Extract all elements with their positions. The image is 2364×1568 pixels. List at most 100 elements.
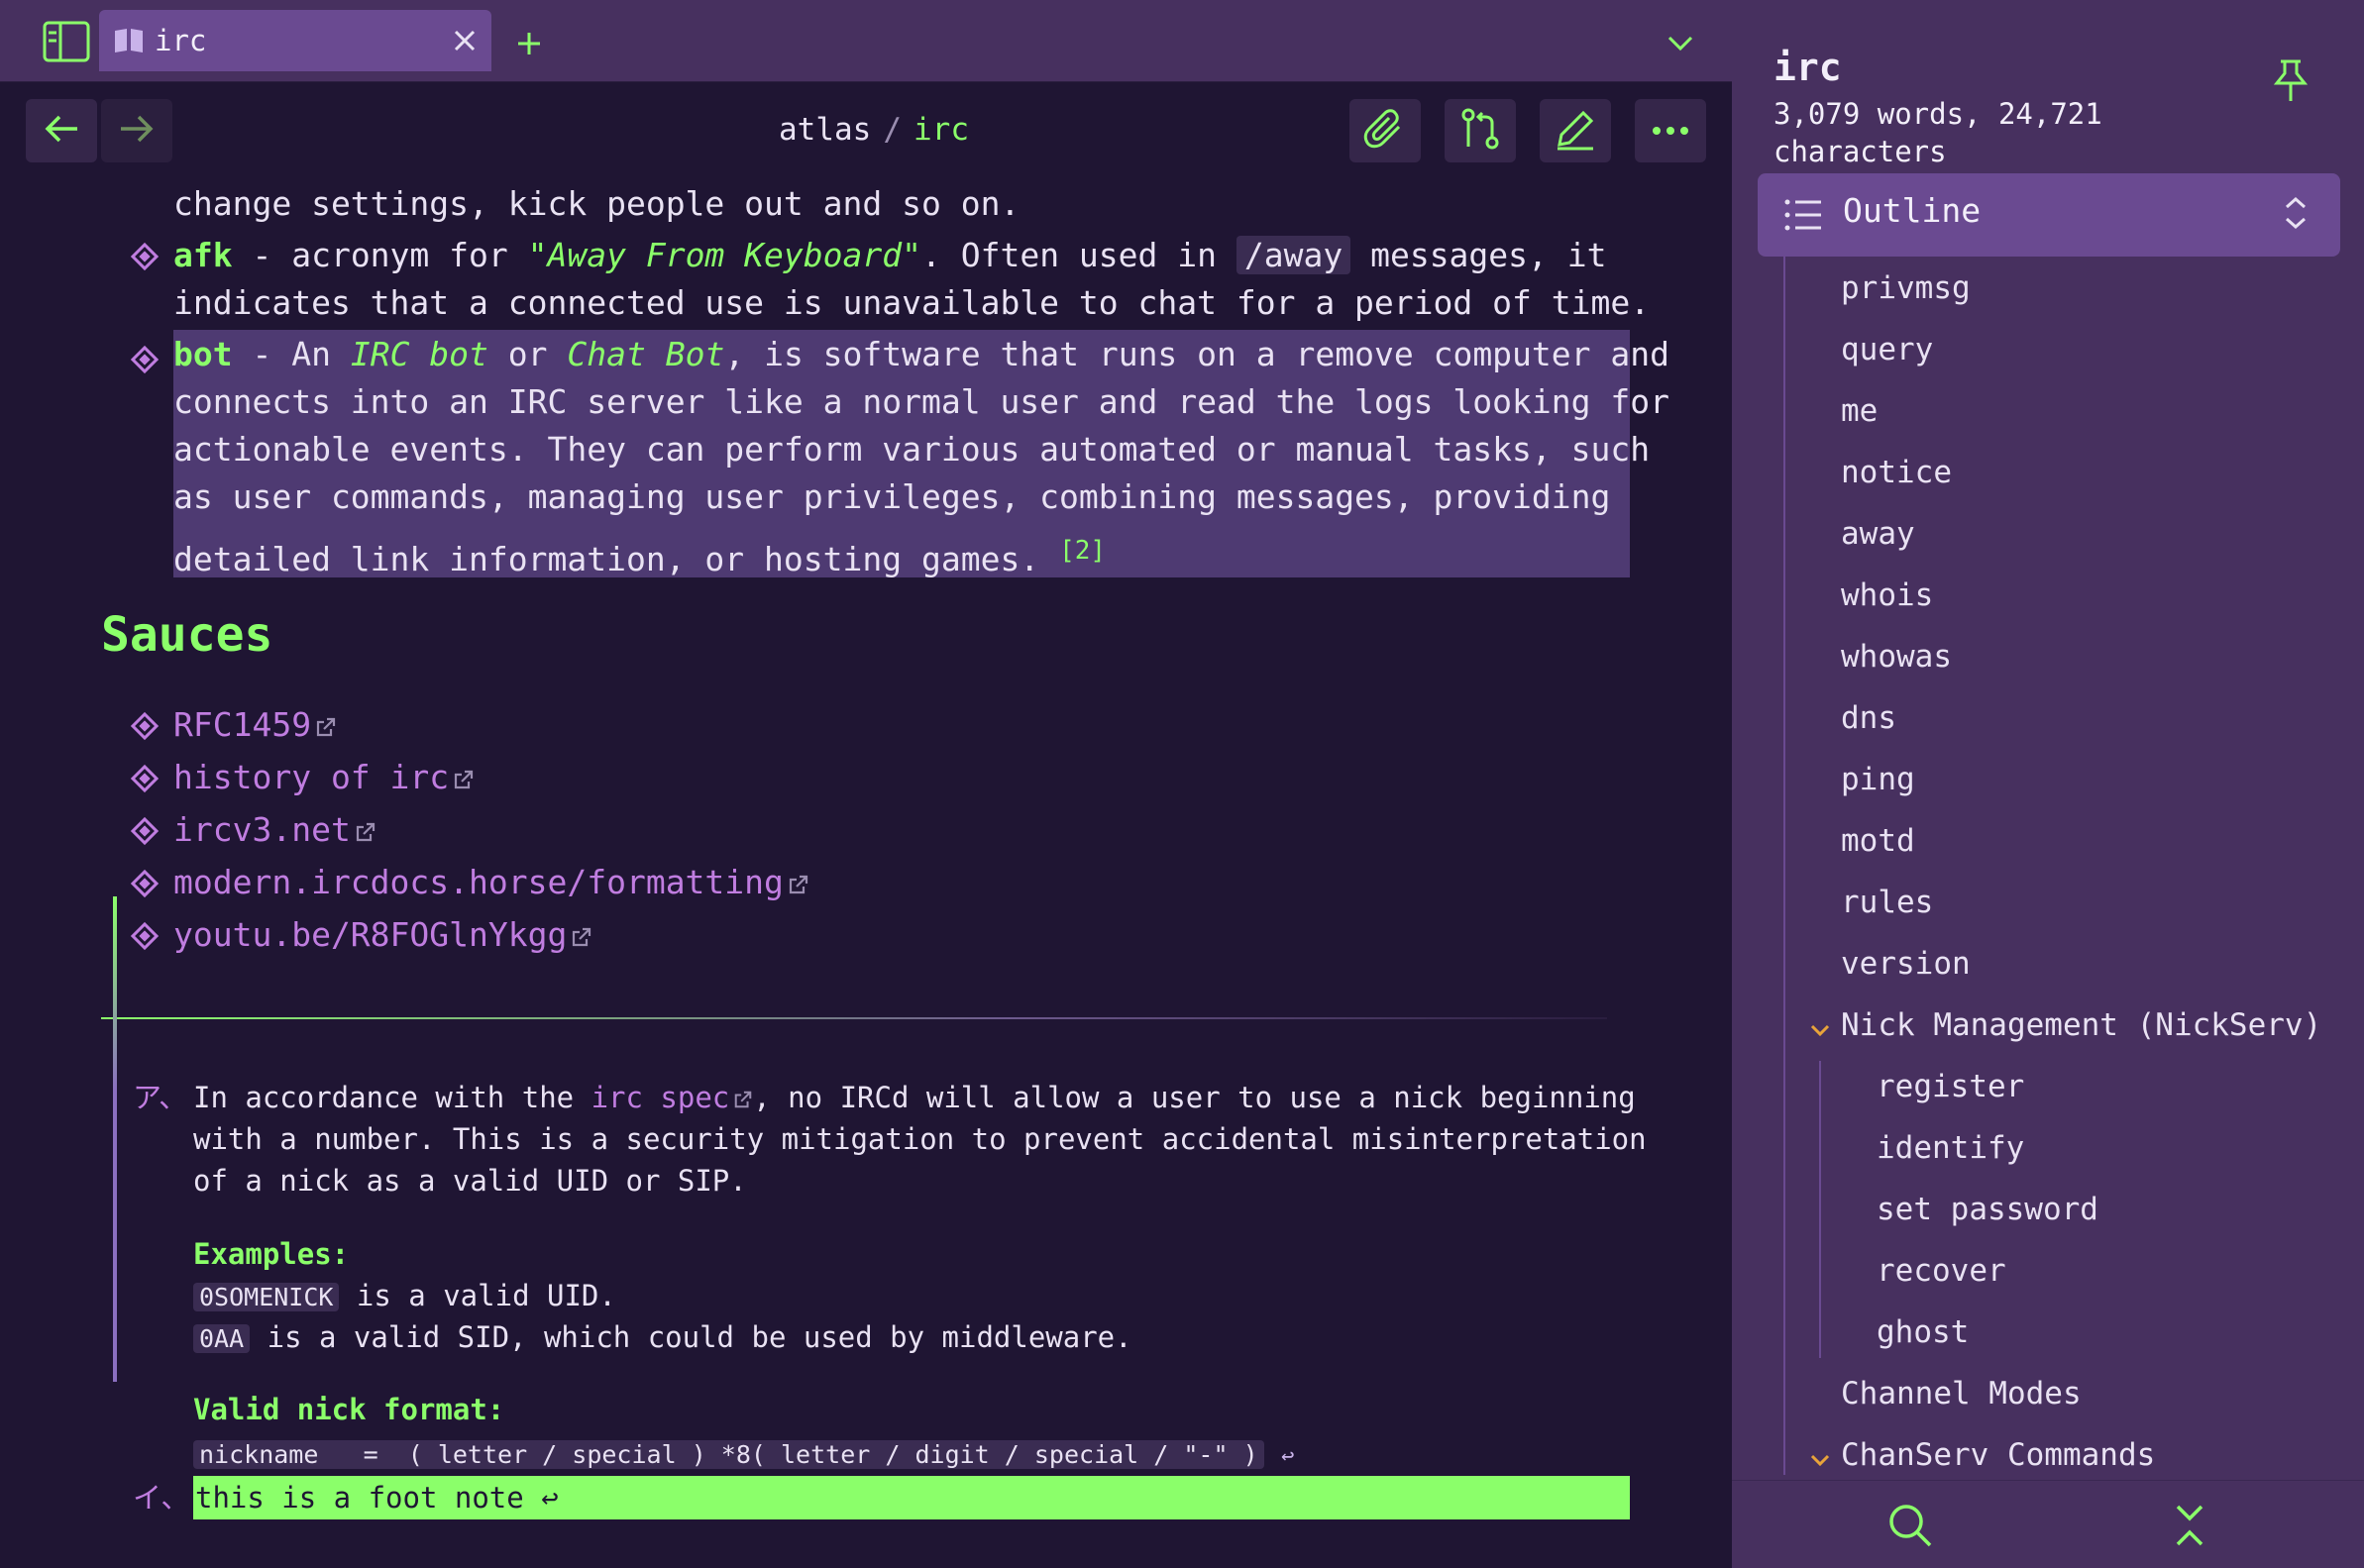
external-link-icon bbox=[573, 927, 591, 947]
arrow-right-icon bbox=[119, 113, 155, 149]
text-line: connects into an IRC server like a norma… bbox=[173, 382, 1669, 421]
examples-label: Examples: bbox=[193, 1237, 350, 1271]
link-ircdocs-formatting[interactable]: modern.ircdocs.horse/formatting bbox=[173, 860, 809, 905]
outline-item[interactable]: query bbox=[1841, 332, 1933, 367]
text-line: as user commands, managing user privileg… bbox=[173, 477, 1611, 516]
outline-item[interactable]: recover bbox=[1877, 1253, 2006, 1289]
link-irc-spec[interactable]: irc spec bbox=[591, 1081, 730, 1114]
outline-item[interactable]: rules bbox=[1841, 885, 1933, 920]
list-icon bbox=[1784, 199, 1821, 231]
format-label: Valid nick format: bbox=[193, 1393, 505, 1426]
footnote-line: with a number. This is a security mitiga… bbox=[193, 1122, 1647, 1156]
heading-sauces: Sauces bbox=[101, 607, 273, 663]
footnote-line: In accordance with the irc spec, no IRCd… bbox=[193, 1081, 1636, 1114]
external-link-icon bbox=[356, 822, 375, 842]
paperclip-icon bbox=[1363, 107, 1407, 155]
outline-label: Outline bbox=[1843, 191, 1982, 230]
link-ircv3[interactable]: ircv3.net bbox=[173, 807, 376, 853]
text-line: indicates that a connected use is unavai… bbox=[173, 283, 1651, 322]
back-button[interactable] bbox=[26, 99, 97, 162]
external-link-icon bbox=[455, 770, 474, 789]
panel-title: irc bbox=[1773, 46, 1842, 89]
chevron-down-icon[interactable] bbox=[1661, 26, 1700, 61]
git-compare-icon bbox=[1458, 107, 1502, 155]
footnote-border bbox=[113, 896, 117, 1382]
sidebar-toggle-icon[interactable] bbox=[40, 18, 93, 65]
link-youtube[interactable]: youtu.be/R8FOGlnYkgg bbox=[173, 912, 592, 958]
outline-section-chanserv[interactable]: ChanServ Commands bbox=[1841, 1437, 2155, 1473]
new-tab-icon[interactable] bbox=[511, 26, 547, 61]
outline-item[interactable]: me bbox=[1841, 393, 1878, 429]
collapse-all-icon[interactable] bbox=[2162, 1498, 2217, 1553]
chevron-down-icon bbox=[1810, 1454, 1830, 1467]
list-item-bot: bot - An IRC bot or Chat Bot, is softwar… bbox=[173, 335, 1669, 373]
pin-icon[interactable] bbox=[2269, 55, 2312, 105]
outline-item[interactable]: ping bbox=[1841, 762, 1915, 797]
panel-footer bbox=[1732, 1480, 2364, 1568]
chevron-updown-icon bbox=[2286, 196, 2306, 230]
outline-item[interactable]: away bbox=[1841, 516, 1915, 552]
link-rfc1459[interactable]: RFC1459 bbox=[173, 702, 337, 748]
outline-item[interactable]: whois bbox=[1841, 577, 1933, 613]
more-options-button[interactable] bbox=[1635, 99, 1706, 162]
tab-irc[interactable]: irc bbox=[99, 10, 491, 71]
outline-item[interactable]: version bbox=[1841, 946, 1971, 982]
footnote-text[interactable]: this is a foot note ↩ bbox=[195, 1477, 559, 1518]
arrow-left-icon bbox=[44, 113, 79, 149]
outline-tree: privmsg query me notice away whois whowa… bbox=[1732, 257, 2364, 1475]
link-history-of-irc[interactable]: history of irc bbox=[173, 755, 475, 800]
book-icon bbox=[111, 23, 147, 58]
footnote-line: 0AA is a valid SID, which could be used … bbox=[193, 1316, 1132, 1360]
close-icon[interactable] bbox=[448, 24, 482, 57]
outline-selector[interactable]: Outline bbox=[1758, 173, 2340, 257]
breadcrumb-file[interactable]: irc bbox=[913, 112, 969, 148]
footnote-return-link[interactable]: ↩ bbox=[1281, 1444, 1294, 1469]
outline-item-channel-modes[interactable]: Channel Modes bbox=[1841, 1376, 2082, 1411]
breadcrumb-folder[interactable]: atlas bbox=[779, 112, 871, 148]
list-bullet bbox=[130, 242, 160, 271]
word-count: 3,079 words, 24,721 characters bbox=[1773, 97, 2102, 168]
edit-button[interactable] bbox=[1540, 99, 1611, 162]
outline-item[interactable]: identify bbox=[1877, 1130, 2024, 1166]
forward-button[interactable] bbox=[101, 99, 172, 162]
outline-item[interactable]: motd bbox=[1841, 823, 1915, 859]
list-bullet bbox=[130, 921, 160, 951]
outline-item[interactable]: register bbox=[1877, 1069, 2024, 1104]
outline-item[interactable]: notice bbox=[1841, 455, 1952, 490]
list-bullet bbox=[130, 764, 160, 793]
footnote-line: nickname = ( letter / special ) *8( lett… bbox=[193, 1432, 1294, 1478]
external-link-icon bbox=[734, 1091, 752, 1108]
footnote-line: 0SOMENICK is a valid UID. bbox=[193, 1275, 616, 1318]
outline-item[interactable]: ghost bbox=[1877, 1314, 1969, 1350]
search-icon[interactable] bbox=[1882, 1498, 1938, 1553]
footnote-line: of a nick as a valid UID or SIP. bbox=[193, 1164, 747, 1198]
footnote-marker: イ、 bbox=[133, 1481, 190, 1515]
git-compare-button[interactable] bbox=[1445, 99, 1516, 162]
outline-item[interactable]: whowas bbox=[1841, 639, 1952, 675]
list-bullet bbox=[130, 711, 160, 741]
tree-guide bbox=[1783, 257, 1785, 1475]
pencil-icon bbox=[1554, 107, 1597, 155]
chevron-down-icon bbox=[1810, 1024, 1830, 1037]
tab-label: irc bbox=[155, 24, 207, 57]
text-line: detailed link information, or hosting ga… bbox=[173, 536, 1107, 578]
outline-item[interactable]: dns bbox=[1841, 700, 1896, 736]
text-line: change settings, kick people out and so … bbox=[173, 184, 1021, 223]
list-bullet bbox=[130, 345, 160, 374]
outline-item[interactable]: privmsg bbox=[1841, 270, 1971, 306]
outline-item[interactable]: set password bbox=[1877, 1192, 2098, 1227]
outline-section-nickserv[interactable]: Nick Management (NickServ) bbox=[1841, 1007, 2321, 1043]
tree-guide bbox=[1819, 1061, 1821, 1358]
divider bbox=[101, 1017, 1607, 1019]
ellipsis-icon bbox=[1651, 122, 1690, 141]
footnote-ref[interactable]: [2] bbox=[1059, 536, 1106, 566]
external-link-icon bbox=[789, 875, 808, 894]
breadcrumb-separator: / bbox=[883, 112, 902, 148]
external-link-icon bbox=[316, 717, 336, 737]
footnote-marker: ア、 bbox=[133, 1081, 188, 1114]
list-bullet bbox=[130, 869, 160, 898]
attachment-button[interactable] bbox=[1349, 99, 1421, 162]
breadcrumb: atlas / irc bbox=[779, 107, 969, 153]
list-item-afk: afk - acronym for "Away From Keyboard". … bbox=[173, 236, 1607, 274]
list-bullet bbox=[130, 816, 160, 846]
